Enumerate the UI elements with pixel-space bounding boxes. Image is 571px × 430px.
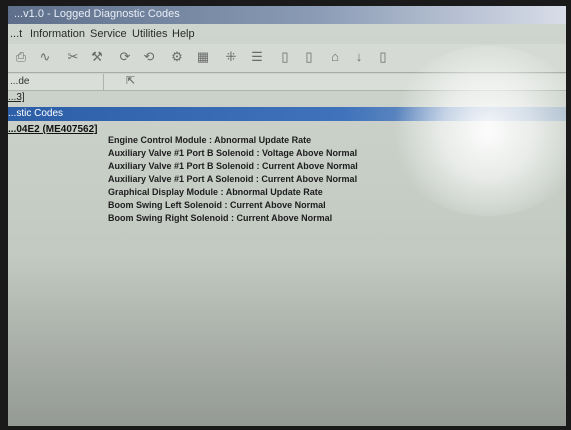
print-icon[interactable]: ⎙ [12,48,30,66]
list-item[interactable]: Auxiliary Valve #1 Port A Solenoid : Cur… [108,173,358,186]
menu-item-service[interactable]: Service [90,28,127,40]
refresh-icon[interactable]: ⟳ [116,48,134,66]
window-title: ...v1.0 - Logged Diagnostic Codes [14,8,180,20]
menu-item-help[interactable]: Help [172,28,195,40]
wave-icon[interactable]: ∿ [36,48,54,66]
doc-icon[interactable]: ▯ [276,48,294,66]
menu-item-information[interactable]: Information [30,28,85,40]
list-item[interactable]: Boom Swing Right Solenoid : Current Abov… [108,212,358,225]
screen-shadow [8,256,566,426]
column-separator[interactable] [103,74,104,90]
list-item[interactable]: Auxiliary Valve #1 Port B Solenoid : Vol… [108,147,358,160]
screen: ...v1.0 - Logged Diagnostic Codes ...t I… [8,6,566,426]
menu-bar: ...t Information Service Utilities Help [8,26,566,42]
list-item[interactable]: Boom Swing Left Solenoid : Current Above… [108,199,358,212]
screen-glare [388,46,566,216]
menu-item-utilities[interactable]: Utilities [132,28,167,40]
menu-item-file[interactable]: ...t [10,28,22,40]
chip-icon[interactable]: ▦ [194,48,212,66]
list-item[interactable]: Engine Control Module : Abnormal Update … [108,134,358,147]
diagnostic-code-list: Engine Control Module : Abnormal Update … [108,134,358,225]
tool-icon[interactable]: ✂ [64,48,82,66]
doc-icon[interactable]: ▯ [300,48,318,66]
home-icon[interactable]: ⌂ [326,48,344,66]
gear-icon[interactable]: ⚙ [168,48,186,66]
list-item[interactable]: Graphical Display Module : Abnormal Upda… [108,186,358,199]
pointer-icon: ⇱ [126,75,136,87]
title-bar: ...v1.0 - Logged Diagnostic Codes [8,6,566,24]
doc-icon[interactable]: ▯ [374,48,392,66]
list-icon[interactable]: ☰ [248,48,266,66]
column-label: ...de [10,76,30,87]
refresh-icon[interactable]: ⟲ [140,48,158,66]
wrench-icon[interactable]: ⚒ [88,48,106,66]
arrow-icon[interactable]: ↓ [350,48,368,66]
module-icon[interactable]: ⁜ [222,48,240,66]
tree-selected-label: ...stic Codes [8,108,64,119]
tree-node-controller[interactable]: ...04E2 (ME407562] [8,124,98,135]
tree-link[interactable]: ...3] [8,92,25,103]
list-item[interactable]: Auxiliary Valve #1 Port B Solenoid : Cur… [108,160,358,173]
